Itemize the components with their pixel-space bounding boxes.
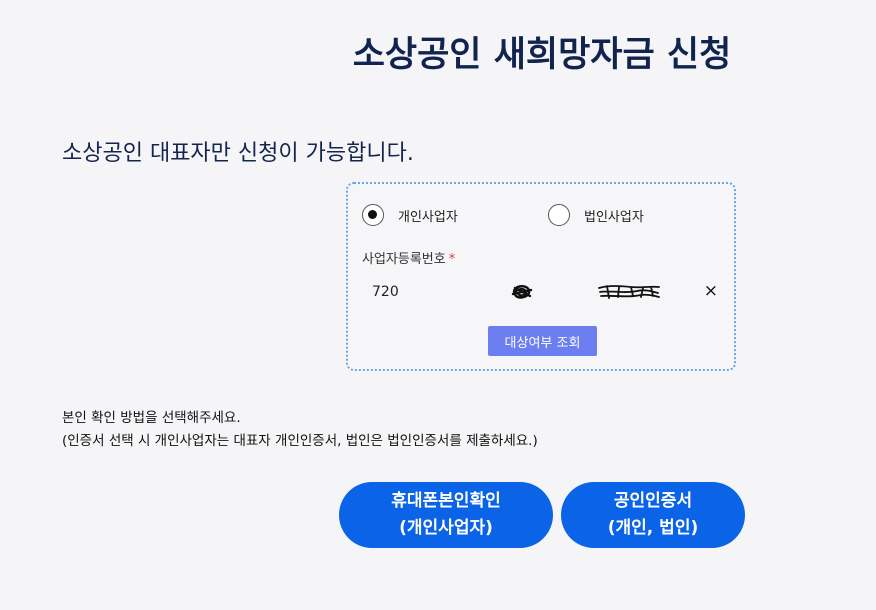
radio-individual-business[interactable]: 개인사업자	[362, 204, 458, 226]
guide-line-2: (인증서 선택 시 개인사업자는 대표자 개인인증서, 법인은 법인인증서를 제…	[62, 433, 538, 449]
lookup-form: 개인사업자 법인사업자 사업자등록번호* × 대상여부 조회	[346, 182, 736, 371]
brn-part2-input[interactable]	[508, 280, 568, 304]
eligibility-lookup-button[interactable]: 대상여부 조회	[488, 326, 597, 356]
phone-verification-button[interactable]: 휴대폰본인확인 (개인사업자)	[339, 482, 553, 548]
phone-button-line1: 휴대폰본인확인	[391, 491, 501, 511]
notice-text: 소상공인 대표자만 신청이 가능합니다.	[62, 141, 414, 166]
radio-corporate-label: 법인사업자	[584, 209, 644, 225]
phone-button-line2: (개인사업자)	[399, 518, 493, 538]
guide-line-1: 본인 확인 방법을 선택해주세요.	[62, 410, 241, 426]
brn-input-row: ×	[362, 280, 722, 304]
required-mark: *	[448, 252, 456, 267]
brn-label: 사업자등록번호 *	[362, 248, 455, 267]
radio-unchecked-icon[interactable]	[548, 204, 570, 226]
page-title: 소상공인 새희망자금 신청	[352, 35, 732, 75]
radio-checked-icon[interactable]	[362, 204, 384, 226]
brn-part3-input[interactable]	[600, 280, 680, 304]
brn-label-text: 사업자등록번호	[362, 252, 446, 267]
cert-button-line1: 공인인증서	[613, 491, 693, 511]
page: 소상공인 새희망자금 신청 소상공인 대표자만 신청이 가능합니다. 개인사업자…	[0, 0, 876, 610]
certificate-button[interactable]: 공인인증서 (개인, 법인)	[561, 482, 745, 548]
cert-button-line2: (개인, 법인)	[607, 518, 699, 538]
radio-individual-label: 개인사업자	[398, 209, 458, 225]
radio-corporate-business[interactable]: 법인사업자	[548, 204, 644, 226]
auth-guide: 본인 확인 방법을 선택해주세요. (인증서 선택 시 개인사업자는 대표자 개…	[62, 407, 538, 453]
brn-part1-input[interactable]	[372, 280, 472, 304]
clear-input-button[interactable]: ×	[704, 281, 718, 301]
